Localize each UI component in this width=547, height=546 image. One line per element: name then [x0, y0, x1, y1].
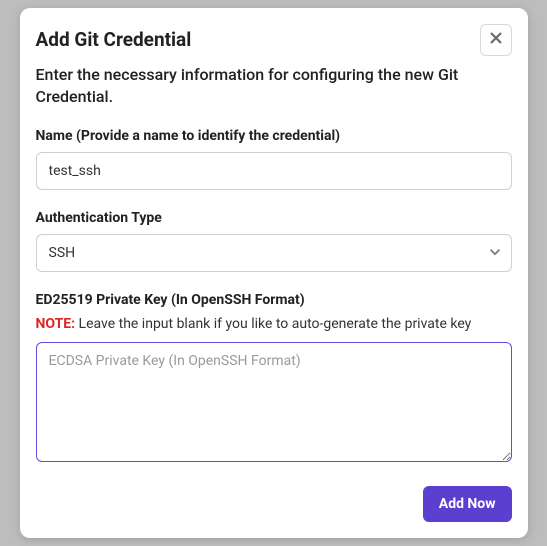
modal-header: Add Git Credential: [36, 24, 512, 56]
modal-footer: Add Now: [36, 486, 512, 522]
name-input[interactable]: [36, 152, 512, 190]
note-text: Leave the input blank if you like to aut…: [75, 316, 471, 332]
add-now-button[interactable]: Add Now: [423, 486, 512, 522]
modal-title: Add Git Credential: [36, 24, 192, 53]
private-key-label: ED25519 Private Key (In OpenSSH Format): [36, 292, 512, 308]
private-key-field: ED25519 Private Key (In OpenSSH Format) …: [36, 292, 512, 466]
auth-type-select-wrap: SSH: [36, 234, 512, 272]
name-label: Name (Provide a name to identify the cre…: [36, 128, 512, 144]
name-field: Name (Provide a name to identify the cre…: [36, 128, 512, 190]
add-git-credential-modal: Add Git Credential Enter the necessary i…: [20, 8, 528, 539]
auth-type-label: Authentication Type: [36, 210, 512, 226]
close-button[interactable]: [480, 24, 512, 56]
private-key-note: NOTE: Leave the input blank if you like …: [36, 316, 512, 332]
private-key-textarea[interactable]: [36, 342, 512, 462]
note-prefix: NOTE:: [36, 316, 76, 332]
auth-type-field: Authentication Type SSH: [36, 210, 512, 272]
modal-subtitle: Enter the necessary information for conf…: [36, 64, 512, 109]
auth-type-select[interactable]: SSH: [36, 234, 512, 272]
close-icon: [488, 30, 504, 49]
